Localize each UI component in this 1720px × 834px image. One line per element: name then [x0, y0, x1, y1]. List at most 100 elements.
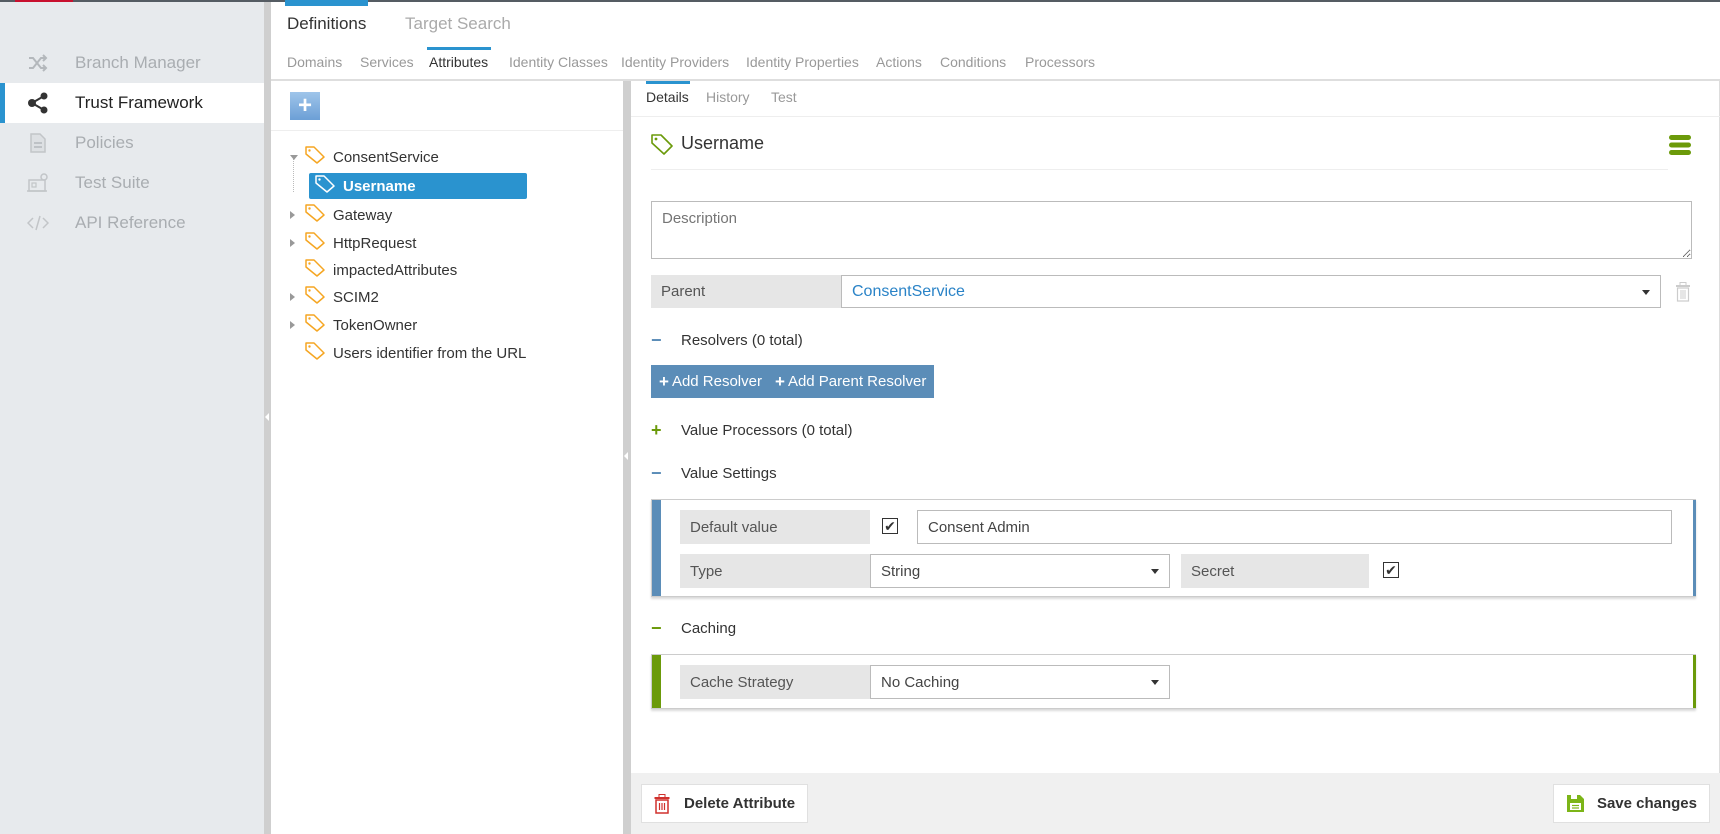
- nav-label: Branch Manager: [75, 53, 201, 72]
- document-icon: [0, 133, 75, 153]
- subtab-actions[interactable]: Actions: [876, 54, 922, 70]
- expand-toggle-icon[interactable]: [290, 321, 295, 329]
- tree-item-tokenowner[interactable]: TokenOwner: [290, 312, 417, 338]
- tree-item-gateway[interactable]: Gateway: [290, 202, 392, 228]
- caching-box: Cache Strategy No Caching: [651, 654, 1696, 709]
- button-label: Add Resolver: [671, 373, 762, 390]
- left-splitter[interactable]: [264, 2, 271, 834]
- tag-icon: [305, 146, 325, 168]
- nav-item-test-suite[interactable]: Test Suite: [0, 163, 264, 203]
- nav-item-branch-manager[interactable]: Branch Manager: [0, 43, 264, 83]
- tree-item-label: Users identifier from the URL: [333, 344, 527, 362]
- accent-bar: [652, 655, 661, 708]
- tree-item-scim2[interactable]: SCIM2: [290, 284, 379, 310]
- subtab-identity-properties[interactable]: Identity Properties: [746, 54, 859, 70]
- subtab-processors[interactable]: Processors: [1025, 54, 1095, 70]
- expand-toggle-icon[interactable]: [290, 155, 298, 160]
- nav-item-api-reference[interactable]: API Reference: [0, 203, 264, 243]
- tag-icon: [305, 204, 325, 226]
- test-suite-icon: [0, 173, 75, 193]
- expand-toggle-icon[interactable]: [290, 239, 295, 247]
- section-title: Resolvers (0 total): [681, 332, 803, 349]
- add-attribute-button[interactable]: +: [290, 92, 320, 120]
- plus-icon: +: [775, 371, 785, 391]
- save-changes-button[interactable]: Save changes: [1552, 784, 1710, 823]
- description-input[interactable]: [651, 201, 1692, 259]
- caching-section-toggle[interactable]: − Caching: [651, 618, 736, 639]
- add-resolver-button[interactable]: + Add Resolver: [651, 365, 770, 398]
- subtab-identity-classes[interactable]: Identity Classes: [509, 54, 608, 70]
- save-floppy-icon: [1566, 794, 1585, 813]
- accent-bar: [1693, 500, 1696, 596]
- nav-label: Test Suite: [75, 173, 150, 192]
- plus-icon: +: [651, 420, 662, 440]
- tag-icon: [305, 259, 325, 281]
- section-title: Value Settings: [681, 465, 777, 482]
- tree-item-label: SCIM2: [333, 288, 379, 306]
- type-select[interactable]: String: [870, 554, 1170, 588]
- accent-bar: [1693, 655, 1696, 708]
- section-title: Caching: [681, 620, 737, 637]
- tree-item-label: impactedAttributes: [333, 261, 458, 279]
- tab-test[interactable]: Test: [771, 89, 797, 105]
- resolvers-section-toggle[interactable]: − Resolvers (0 total): [651, 330, 803, 351]
- subtab-domains[interactable]: Domains: [287, 54, 342, 70]
- checkmark-icon: ✔: [1385, 562, 1397, 578]
- detail-footer: Delete Attribute Save changes: [631, 773, 1720, 834]
- remove-parent-trash-icon[interactable]: [1675, 282, 1691, 307]
- expand-toggle-icon[interactable]: [290, 293, 295, 301]
- default-value-label: Default value: [680, 510, 870, 544]
- subtab-conditions[interactable]: Conditions: [940, 54, 1006, 70]
- tree-item-username[interactable]: Username: [309, 173, 527, 199]
- cache-strategy-select[interactable]: No Caching: [870, 665, 1170, 699]
- tag-icon: [305, 342, 325, 364]
- detail-tab-indicator: [646, 81, 690, 84]
- caret-down-icon: [1151, 680, 1159, 685]
- button-label: Save changes: [1596, 795, 1697, 812]
- type-label: Type: [680, 554, 870, 588]
- tab-target-search[interactable]: Target Search: [405, 14, 511, 34]
- tree-item-impactedattributes[interactable]: impactedAttributes: [290, 257, 457, 283]
- minus-icon: −: [651, 463, 662, 483]
- collapse-arrow-icon[interactable]: [265, 413, 269, 421]
- tab-definitions[interactable]: Definitions: [287, 14, 366, 34]
- tab-details[interactable]: Details: [646, 89, 689, 105]
- parent-select[interactable]: ConsentService: [841, 275, 1661, 308]
- tag-icon: [651, 133, 673, 160]
- collapse-arrow-icon[interactable]: [624, 452, 628, 460]
- secret-checkbox[interactable]: ✔: [1383, 562, 1399, 578]
- tree-item-httprequest[interactable]: HttpRequest: [290, 230, 416, 256]
- secret-label: Secret: [1181, 554, 1369, 588]
- subtab-attributes[interactable]: Attributes: [429, 54, 488, 70]
- expand-toggle-icon[interactable]: [290, 211, 295, 219]
- sub-tab-indicator: [427, 47, 491, 50]
- tree-item-label: Gateway: [333, 206, 393, 224]
- hamburger-menu-icon[interactable]: [1668, 134, 1692, 161]
- tree-item-consentservice[interactable]: ConsentService: [290, 144, 439, 170]
- add-parent-resolver-button[interactable]: + Add Parent Resolver: [767, 365, 935, 398]
- subtab-identity-providers[interactable]: Identity Providers: [621, 54, 729, 70]
- parent-label: Parent: [651, 275, 841, 308]
- nav-item-trust-framework[interactable]: Trust Framework: [0, 83, 264, 123]
- default-value-input[interactable]: Consent Admin: [917, 510, 1672, 544]
- tag-icon: [315, 175, 335, 197]
- tree-item-label: TokenOwner: [333, 316, 418, 334]
- nav-label: Policies: [75, 133, 134, 152]
- plus-icon: +: [659, 371, 669, 391]
- attribute-title: Username: [681, 133, 765, 153]
- subtab-services[interactable]: Services: [360, 54, 414, 70]
- default-value-checkbox[interactable]: ✔: [882, 518, 898, 534]
- accent-bar: [652, 500, 661, 596]
- tree-item-users-identifier[interactable]: Users identifier from the URL: [290, 340, 526, 366]
- trash-icon: [654, 793, 670, 814]
- divider: [631, 116, 1720, 117]
- nav-item-policies[interactable]: Policies: [0, 123, 264, 163]
- value-settings-section-toggle[interactable]: − Value Settings: [651, 463, 777, 484]
- cache-strategy-value: No Caching: [881, 673, 960, 691]
- tab-history[interactable]: History: [706, 89, 750, 105]
- delete-attribute-button[interactable]: Delete Attribute: [641, 784, 809, 823]
- button-label: Add Parent Resolver: [787, 373, 927, 390]
- value-processors-section-toggle[interactable]: + Value Processors (0 total): [651, 420, 852, 441]
- tree-splitter[interactable]: [623, 81, 631, 834]
- divider: [271, 130, 623, 131]
